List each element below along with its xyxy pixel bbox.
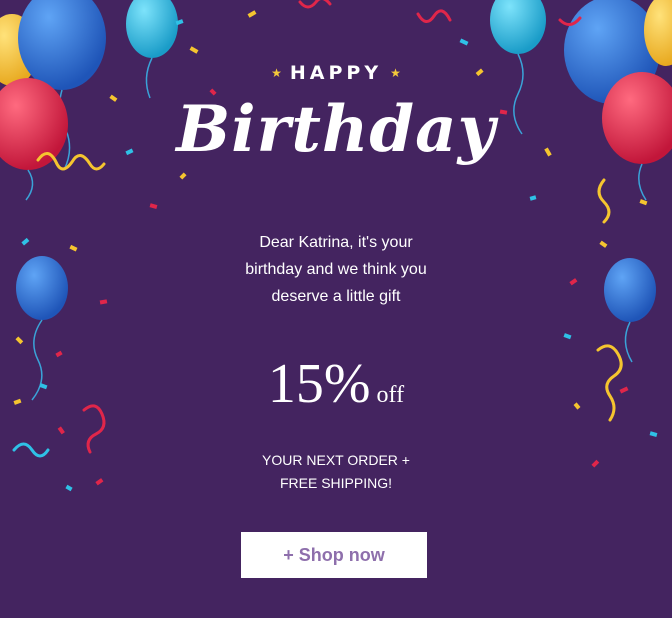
birthday-heading: Birthday [176,92,496,167]
greeting-line: Dear Katrina, it's your [259,234,413,251]
greeting-message: Dear Katrina, it's your birthday and we … [200,229,472,310]
greeting-line: birthday and we think you [245,261,427,278]
birthday-email-card: ★ HAPPY ★ Birthday Dear Katrina, it's your… [0,0,672,618]
greeting-line: deserve a little gift [271,288,401,305]
offer-details: YOUR NEXT ORDER + FREE SHIPPING! [220,449,452,495]
discount-suffix: off [376,382,405,408]
offer-line: FREE SHIPPING! [279,475,393,491]
offer-line: YOUR NEXT ORDER + [262,452,410,468]
star-icon: ★ [390,66,401,80]
star-icon: ★ [271,66,282,80]
happy-text: HAPPY [289,62,383,84]
discount-offer: 15% off [0,352,672,416]
happy-heading: ★ HAPPY ★ [0,62,672,84]
discount-value: 15% [267,353,371,415]
shop-now-button[interactable]: + Shop now [241,532,427,578]
